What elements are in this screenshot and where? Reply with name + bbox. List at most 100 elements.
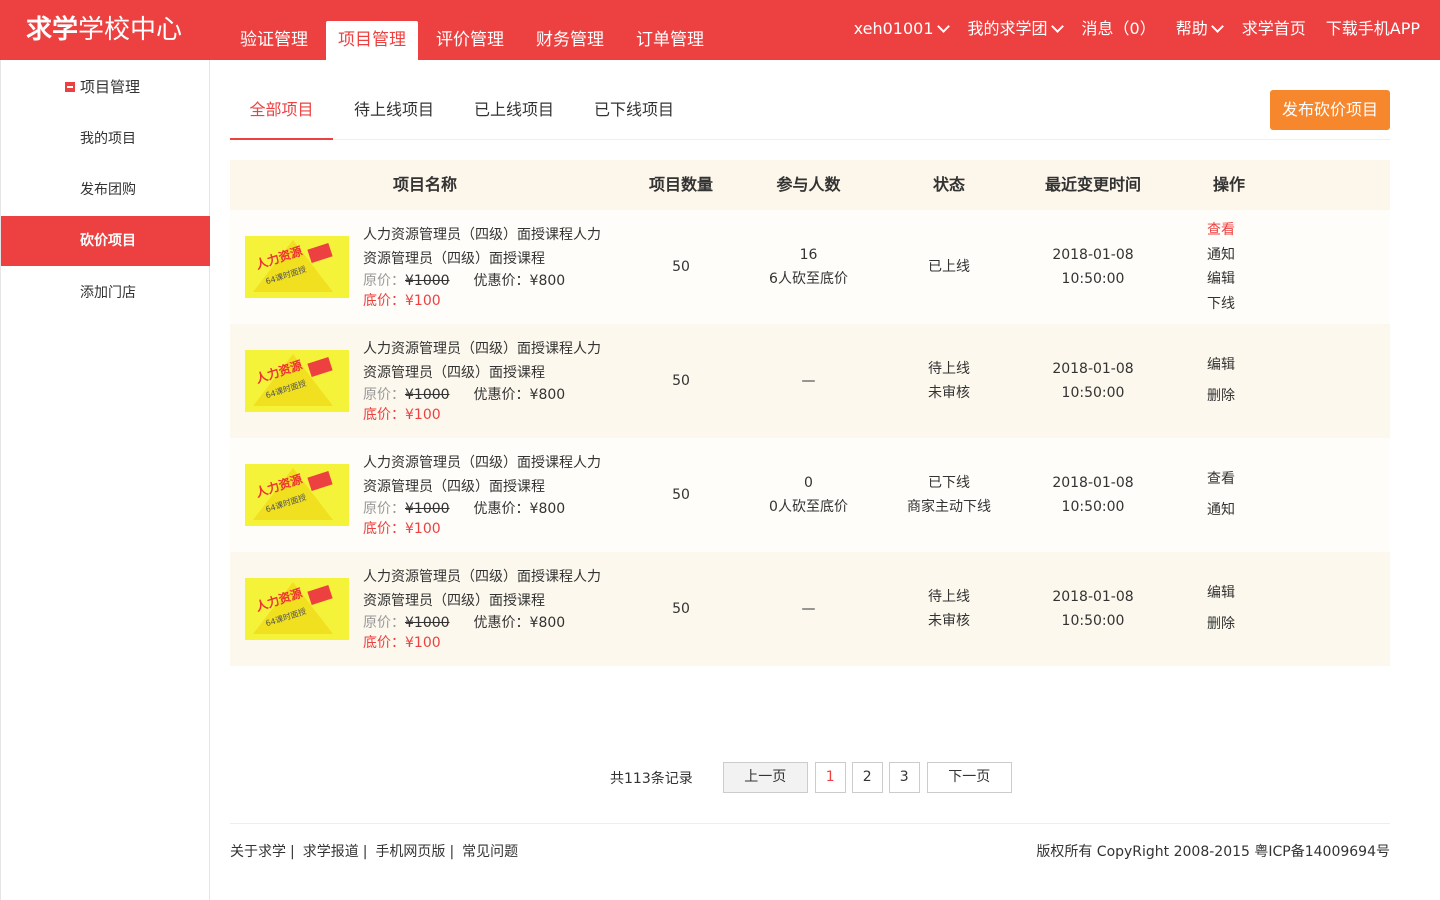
nav-item-reviews[interactable]: 评价管理 xyxy=(420,21,520,60)
download-app-link[interactable]: 下载手机APP xyxy=(1326,17,1420,41)
status-cell: 已下线 商家主动下线 xyxy=(875,471,1023,519)
quantity-cell: 50 xyxy=(672,487,690,503)
discount-price: 优惠价：¥800 xyxy=(473,273,566,289)
participants-cell: — xyxy=(742,597,875,621)
original-price: ¥1000 xyxy=(405,501,450,517)
floor-price: 底价：¥100 xyxy=(363,407,441,423)
project-prices: 原价：¥1000 优惠价：¥800 xyxy=(363,271,613,291)
footer-link-faq[interactable]: 常见问题 xyxy=(462,841,518,863)
time-cell: 2018-01-08 10:50:00 xyxy=(1023,585,1163,633)
participants-note: 0人砍至底价 xyxy=(769,499,848,515)
footer-link-news[interactable]: 求学报道 xyxy=(303,841,359,863)
original-price: ¥1000 xyxy=(405,273,450,289)
table-header: 项目名称 项目数量 参与人数 状态 最近变更时间 操作 xyxy=(230,160,1390,210)
delete-link[interactable]: 删除 xyxy=(1207,609,1390,640)
logo[interactable]: 求学学校中心 xyxy=(26,14,182,46)
status-cell: 待上线 未审核 xyxy=(875,585,1023,633)
project-cell: 人力资源 64课时面授 人力资源管理员（四级）面授课程人力资源管理员（四级）面授… xyxy=(230,451,620,539)
delete-link[interactable]: 删除 xyxy=(1207,381,1390,412)
tab-online-projects[interactable]: 已上线项目 xyxy=(464,80,564,140)
prev-page-button[interactable]: 上一页 xyxy=(722,762,808,793)
project-name[interactable]: 人力资源管理员（四级）面授课程人力资源管理员（四级）面授课程 xyxy=(363,337,613,385)
project-name[interactable]: 人力资源管理员（四级）面授课程人力资源管理员（四级）面授课程 xyxy=(363,565,613,613)
header-participants: 参与人数 xyxy=(776,175,841,194)
project-thumbnail[interactable]: 人力资源 64课时面授 xyxy=(245,350,349,412)
actions-cell: 查看 通知 编辑 下线 xyxy=(1163,218,1390,316)
username-label: xeh01001 xyxy=(853,19,934,38)
help-label: 帮助 xyxy=(1175,19,1208,38)
sidebar-item-add-store[interactable]: 添加门店 xyxy=(1,268,210,318)
quantity-cell: 50 xyxy=(672,373,690,389)
publish-bargain-button[interactable]: 发布砍价项目 xyxy=(1270,90,1390,130)
original-price: ¥1000 xyxy=(405,387,450,403)
project-name[interactable]: 人力资源管理员（四级）面授课程人力资源管理员（四级）面授课程 xyxy=(363,451,613,499)
take-offline-link[interactable]: 下线 xyxy=(1207,292,1390,317)
project-thumbnail[interactable]: 人力资源 64课时面授 xyxy=(245,464,349,526)
project-thumbnail[interactable]: 人力资源 64课时面授 xyxy=(245,578,349,640)
tab-pending-projects[interactable]: 待上线项目 xyxy=(344,80,444,140)
participants-cell: 16 6人砍至底价 xyxy=(742,243,875,291)
tab-offline-projects[interactable]: 已下线项目 xyxy=(584,80,684,140)
original-price-label: 原价： xyxy=(363,273,405,289)
notify-link[interactable]: 通知 xyxy=(1207,495,1390,526)
page-button-3[interactable]: 3 xyxy=(888,762,920,793)
participants-note: 6人砍至底价 xyxy=(769,271,848,287)
page-button-2[interactable]: 2 xyxy=(851,762,883,793)
messages-link[interactable]: 消息（0） xyxy=(1082,17,1156,41)
view-link[interactable]: 查看 xyxy=(1207,218,1390,243)
project-prices: 原价：¥1000 优惠价：¥800 xyxy=(363,499,613,519)
change-time: 10:50:00 xyxy=(1061,613,1125,629)
table-row: 人力资源 64课时面授 人力资源管理员（四级）面授课程人力资源管理员（四级）面授… xyxy=(230,438,1390,552)
footer-link-mobile[interactable]: 手机网页版 xyxy=(375,841,445,863)
edit-link[interactable]: 编辑 xyxy=(1207,350,1390,381)
collapse-icon xyxy=(65,82,75,92)
project-cell: 人力资源 64课时面授 人力资源管理员（四级）面授课程人力资源管理员（四级）面授… xyxy=(230,565,620,653)
quantity-cell: 50 xyxy=(672,601,690,617)
original-price-label: 原价： xyxy=(363,615,405,631)
logo-rest-text: 学校中心 xyxy=(78,15,183,45)
project-cell: 人力资源 64课时面授 人力资源管理员（四级）面授课程人力资源管理员（四级）面授… xyxy=(230,337,620,425)
project-info: 人力资源管理员（四级）面授课程人力资源管理员（四级）面授课程 原价：¥1000 优… xyxy=(363,451,613,539)
tab-all-projects[interactable]: 全部项目 xyxy=(230,80,333,140)
next-page-button[interactable]: 下一页 xyxy=(926,762,1012,793)
top-bar: 求学学校中心 验证管理 项目管理 评价管理 财务管理 订单管理 xeh01001… xyxy=(0,0,1440,60)
project-thumbnail[interactable]: 人力资源 64课时面授 xyxy=(245,236,349,298)
footer-separator: | xyxy=(449,844,455,860)
sidebar-item-my-projects[interactable]: 我的项目 xyxy=(1,114,210,164)
change-time: 10:50:00 xyxy=(1061,499,1125,515)
user-menu[interactable]: xeh01001 xyxy=(853,17,950,41)
group-menu[interactable]: 我的求学团 xyxy=(968,17,1064,41)
status-label: 待上线 xyxy=(928,361,970,377)
project-tabs: 全部项目 待上线项目 已上线项目 已下线项目 发布砍价项目 xyxy=(230,80,1390,140)
sidebar-item-publish-group-buy[interactable]: 发布团购 xyxy=(1,165,210,215)
status-label: 已上线 xyxy=(928,259,970,275)
footer-separator: | xyxy=(290,844,295,860)
edit-link[interactable]: 编辑 xyxy=(1207,267,1390,292)
original-price: ¥1000 xyxy=(405,615,450,631)
footer-separator: | xyxy=(362,844,368,860)
nav-item-verification[interactable]: 验证管理 xyxy=(224,21,324,60)
header-actions: 操作 xyxy=(1213,175,1246,194)
sidebar-item-bargain-projects[interactable]: 砍价项目 xyxy=(1,216,210,266)
notify-link[interactable]: 通知 xyxy=(1207,243,1390,268)
nav-item-finance[interactable]: 财务管理 xyxy=(520,21,620,60)
header-quantity: 项目数量 xyxy=(648,175,713,194)
chevron-down-icon xyxy=(1050,20,1064,33)
sidebar-section-header[interactable]: 项目管理 xyxy=(65,76,140,98)
time-cell: 2018-01-08 10:50:00 xyxy=(1023,471,1163,519)
page-button-1[interactable]: 1 xyxy=(814,762,846,793)
nav-item-orders[interactable]: 订单管理 xyxy=(620,21,720,60)
participants-cell: — xyxy=(742,369,875,393)
nav-item-project-management[interactable]: 项目管理 xyxy=(326,21,418,60)
view-link[interactable]: 查看 xyxy=(1207,464,1390,495)
quantity-cell: 50 xyxy=(672,259,690,275)
actions-cell: 编辑 删除 xyxy=(1163,350,1390,412)
home-link[interactable]: 求学首页 xyxy=(1242,17,1306,41)
footer-link-about[interactable]: 关于求学 xyxy=(230,841,286,863)
header-last-changed: 最近变更时间 xyxy=(1044,175,1141,194)
discount-price: 优惠价：¥800 xyxy=(473,615,566,631)
help-menu[interactable]: 帮助 xyxy=(1175,17,1224,41)
pagination: 共113条记录 上一页 1 2 3 下一页 xyxy=(610,762,1018,793)
edit-link[interactable]: 编辑 xyxy=(1207,578,1390,609)
project-name[interactable]: 人力资源管理员（四级）面授课程人力资源管理员（四级）面授课程 xyxy=(363,223,613,271)
